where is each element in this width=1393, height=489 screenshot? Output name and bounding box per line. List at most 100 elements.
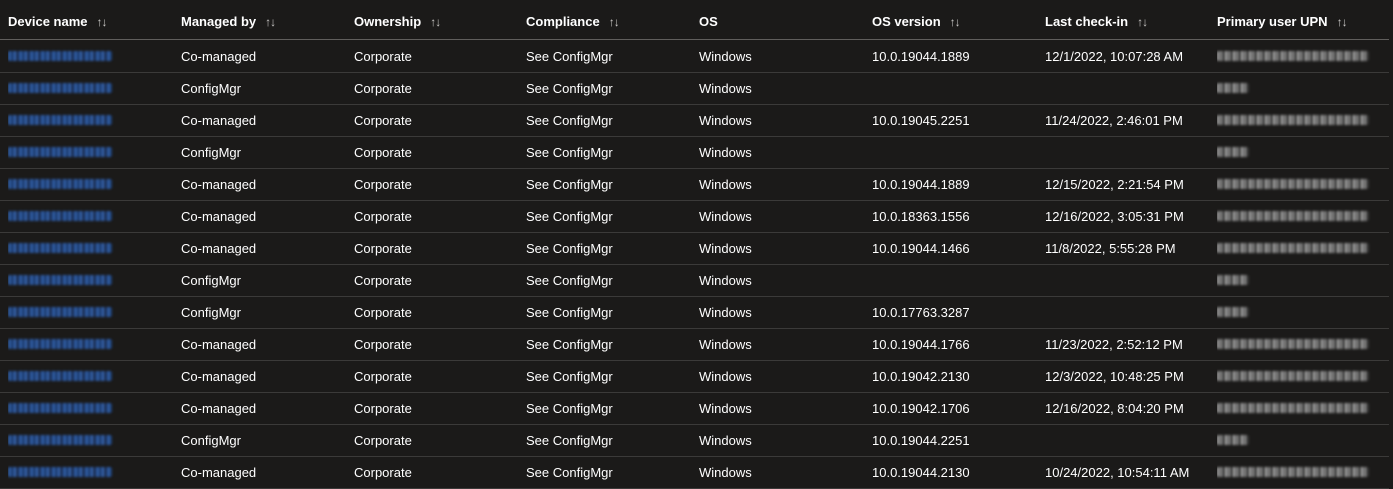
sort-arrows-icon[interactable]: ↑↓: [609, 15, 620, 29]
os-version-cell: 10.0.19044.1466: [872, 240, 970, 256]
device-name-cell[interactable]: [8, 392, 173, 424]
os-cell: Windows: [699, 336, 752, 352]
column-header-label: Device name: [8, 14, 88, 29]
table-row[interactable]: Co-managed Corporate See ConfigMgr Windows 1…: [0, 392, 1389, 425]
table-row[interactable]: ConfigMgr Corporate See ConfigMgr Windows 10…: [0, 424, 1389, 457]
managed-by-cell: Co-managed: [181, 336, 257, 352]
compliance-cell: See ConfigMgr: [526, 176, 613, 192]
compliance-cell: See ConfigMgr: [526, 80, 613, 96]
table-row[interactable]: Co-managed Corporate See ConfigMgr Windows 1…: [0, 168, 1389, 201]
table-row[interactable]: ConfigMgr Corporate See ConfigMgr Windows: [0, 264, 1389, 297]
column-header-compliance[interactable]: Compliance ↑↓: [526, 4, 691, 39]
redacted-device-link[interactable]: [8, 307, 112, 317]
table-row[interactable]: ConfigMgr Corporate See ConfigMgr Windows: [0, 136, 1389, 169]
redacted-device-link[interactable]: [8, 51, 112, 61]
primary-user-upn-cell: [1217, 72, 1389, 104]
device-name-cell[interactable]: [8, 40, 173, 72]
managed-by-cell: Co-managed: [181, 240, 257, 256]
ownership-cell: Corporate: [354, 144, 412, 160]
os-cell: Windows: [699, 304, 752, 320]
device-name-cell[interactable]: [8, 200, 173, 232]
column-header-last-check-in[interactable]: Last check-in ↑↓: [1045, 4, 1210, 39]
table-row[interactable]: ConfigMgr Corporate See ConfigMgr Windows 10…: [0, 296, 1389, 329]
last-check-in-cell: [1045, 72, 1210, 104]
table-row[interactable]: Co-managed Corporate See ConfigMgr Windows 1…: [0, 40, 1389, 73]
redacted-device-link[interactable]: [8, 435, 112, 445]
sort-arrows-icon[interactable]: ↑↓: [1337, 15, 1348, 29]
device-name-cell[interactable]: [8, 168, 173, 200]
redacted-device-link[interactable]: [8, 179, 112, 189]
table-row[interactable]: Co-managed Corporate See ConfigMgr Windows 1…: [0, 200, 1389, 233]
redacted-device-link[interactable]: [8, 403, 112, 413]
redacted-device-link[interactable]: [8, 147, 112, 157]
column-header-ownership[interactable]: Ownership ↑↓: [354, 4, 519, 39]
column-header-device-name[interactable]: Device name ↑↓: [8, 4, 173, 39]
redacted-device-link[interactable]: [8, 83, 112, 93]
redacted-user-upn: [1217, 147, 1249, 157]
table-row[interactable]: Co-managed Corporate See ConfigMgr Windows 1…: [0, 232, 1389, 265]
managed-by-cell: Co-managed: [181, 48, 257, 64]
os-version-cell: [872, 264, 1037, 296]
table-row[interactable]: Co-managed Corporate See ConfigMgr Windows 1…: [0, 456, 1389, 489]
redacted-device-link[interactable]: [8, 211, 112, 221]
redacted-device-link[interactable]: [8, 275, 112, 285]
last-check-in-cell: 12/1/2022, 10:07:28 AM: [1045, 48, 1184, 64]
redacted-device-link[interactable]: [8, 467, 112, 477]
device-name-cell[interactable]: [8, 72, 173, 104]
redacted-device-link[interactable]: [8, 371, 112, 381]
redacted-user-upn: [1217, 243, 1369, 253]
managed-by-cell: Co-managed: [181, 464, 257, 480]
device-name-cell[interactable]: [8, 264, 173, 296]
managed-by-cell: ConfigMgr: [181, 144, 241, 160]
ownership-cell: Corporate: [354, 112, 412, 128]
device-name-cell[interactable]: [8, 424, 173, 456]
ownership-cell: Corporate: [354, 48, 412, 64]
redacted-device-link[interactable]: [8, 339, 112, 349]
device-name-cell[interactable]: [8, 232, 173, 264]
device-name-cell[interactable]: [8, 360, 173, 392]
compliance-cell: See ConfigMgr: [526, 208, 613, 224]
device-name-cell[interactable]: [8, 136, 173, 168]
ownership-cell: Corporate: [354, 336, 412, 352]
redacted-device-link[interactable]: [8, 115, 112, 125]
table-row[interactable]: Co-managed Corporate See ConfigMgr Windows 1…: [0, 360, 1389, 393]
table-row[interactable]: Co-managed Corporate See ConfigMgr Windows 1…: [0, 104, 1389, 137]
devices-grid: Device name ↑↓ Managed by ↑↓ Ownership ↑…: [0, 0, 1393, 489]
primary-user-upn-cell: [1217, 392, 1389, 424]
last-check-in-cell: 11/23/2022, 2:52:12 PM: [1045, 336, 1183, 352]
os-cell: Windows: [699, 464, 752, 480]
os-version-cell: 10.0.19042.1706: [872, 400, 970, 416]
device-name-cell[interactable]: [8, 328, 173, 360]
primary-user-upn-cell: [1217, 168, 1389, 200]
column-header-label: Compliance: [526, 14, 600, 29]
last-check-in-cell: 11/8/2022, 5:55:28 PM: [1045, 240, 1176, 256]
primary-user-upn-cell: [1217, 104, 1389, 136]
sort-arrows-icon[interactable]: ↑↓: [1137, 15, 1148, 29]
ownership-cell: Corporate: [354, 432, 412, 448]
sort-arrows-icon[interactable]: ↑↓: [265, 15, 276, 29]
last-check-in-cell: 11/24/2022, 2:46:01 PM: [1045, 112, 1183, 128]
os-cell: Windows: [699, 368, 752, 384]
os-cell: Windows: [699, 176, 752, 192]
os-version-cell: 10.0.17763.3287: [872, 304, 970, 320]
sort-arrows-icon[interactable]: ↑↓: [97, 15, 108, 29]
redacted-device-link[interactable]: [8, 243, 112, 253]
device-name-cell[interactable]: [8, 456, 173, 488]
sort-arrows-icon[interactable]: ↑↓: [430, 15, 441, 29]
table-row[interactable]: ConfigMgr Corporate See ConfigMgr Windows: [0, 72, 1389, 105]
managed-by-cell: ConfigMgr: [181, 432, 241, 448]
os-cell: Windows: [699, 208, 752, 224]
column-header-os-version[interactable]: OS version ↑↓: [872, 4, 1037, 39]
managed-by-cell: ConfigMgr: [181, 80, 241, 96]
device-name-cell[interactable]: [8, 296, 173, 328]
redacted-user-upn: [1217, 403, 1369, 413]
primary-user-upn-cell: [1217, 40, 1389, 72]
column-header-managed-by[interactable]: Managed by ↑↓: [181, 4, 346, 39]
managed-by-cell: Co-managed: [181, 400, 257, 416]
column-header-primary-user-upn[interactable]: Primary user UPN ↑↓: [1217, 4, 1389, 39]
sort-arrows-icon[interactable]: ↑↓: [950, 15, 961, 29]
primary-user-upn-cell: [1217, 264, 1389, 296]
table-row[interactable]: Co-managed Corporate See ConfigMgr Windows 1…: [0, 328, 1389, 361]
compliance-cell: See ConfigMgr: [526, 144, 613, 160]
device-name-cell[interactable]: [8, 104, 173, 136]
